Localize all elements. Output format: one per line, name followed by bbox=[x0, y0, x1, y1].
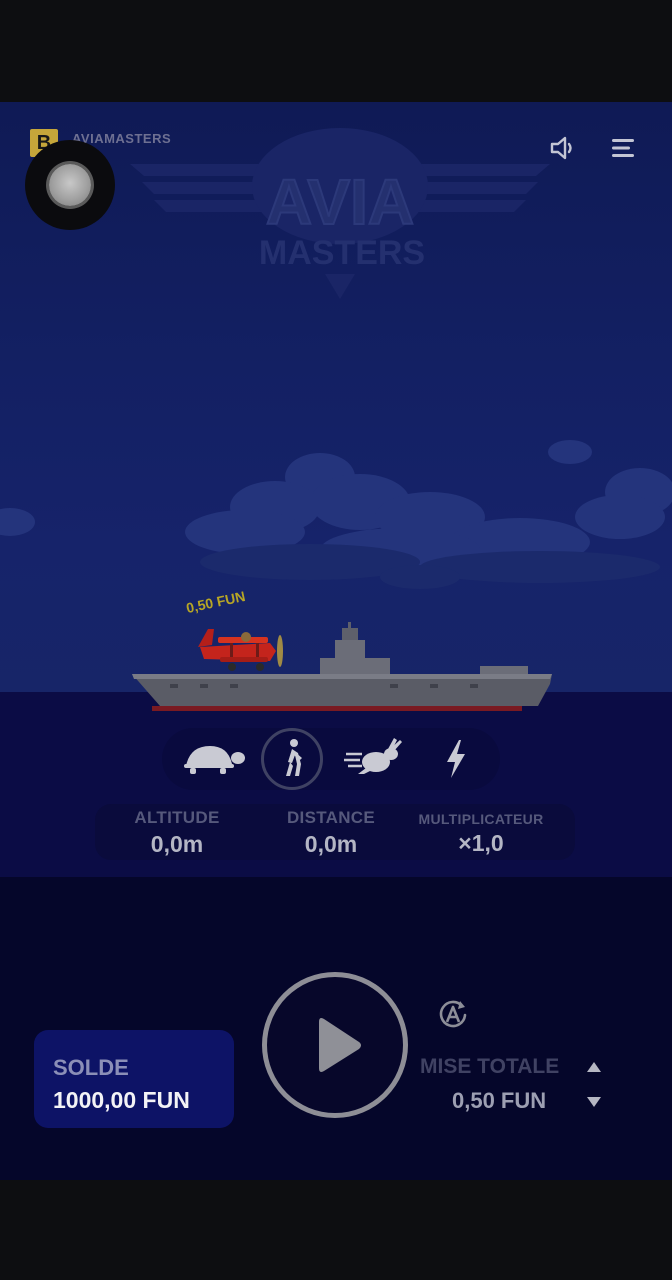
balance-label: SOLDE bbox=[53, 1055, 129, 1080]
total-bet-label: MISE TOTALE bbox=[420, 1055, 560, 1078]
speed-lightning-button[interactable] bbox=[420, 728, 490, 790]
hamburger-menu-icon[interactable] bbox=[611, 136, 637, 160]
altitude-label: ALTITUDE bbox=[134, 808, 220, 827]
speed-rabbit-button[interactable] bbox=[342, 728, 412, 790]
speed-walk-button[interactable] bbox=[259, 728, 329, 790]
aviamasters-logo: AVIA MASTERS bbox=[130, 128, 550, 299]
joystick-control[interactable] bbox=[25, 140, 115, 230]
play-icon bbox=[319, 1018, 361, 1072]
speed-selector bbox=[162, 728, 500, 790]
autoplay-icon[interactable] bbox=[436, 998, 470, 1032]
multiplier-label: MULTIPLICATEUR bbox=[418, 811, 544, 827]
top-system-bar bbox=[0, 0, 672, 102]
play-button[interactable] bbox=[262, 972, 408, 1118]
clouds bbox=[0, 440, 672, 589]
bet-increase-arrow-icon[interactable] bbox=[582, 1057, 606, 1077]
bottom-system-bar bbox=[0, 1180, 672, 1280]
distance-stat: DISTANCE 0,0m bbox=[251, 804, 411, 858]
balance-value: 1000,00 FUN bbox=[53, 1087, 190, 1113]
rabbit-icon bbox=[344, 738, 402, 774]
speaker-icon[interactable] bbox=[549, 135, 577, 161]
walking-person-icon bbox=[286, 739, 302, 776]
bet-decrease-arrow-icon[interactable] bbox=[582, 1092, 606, 1112]
altitude-value: 0,0m bbox=[150, 831, 204, 857]
altitude-stat: ALTITUDE 0,0m bbox=[97, 804, 257, 858]
biplane bbox=[198, 629, 283, 671]
speed-turtle-button[interactable] bbox=[176, 728, 246, 790]
balance-card: SOLDE 1000,00 FUN bbox=[34, 1030, 234, 1128]
game-screen: AVIA MASTERS B AVIAMASTERS 0,50 FUN ALTI… bbox=[0, 102, 672, 1180]
lightning-icon bbox=[447, 740, 465, 778]
joystick-knob[interactable] bbox=[49, 164, 91, 206]
distance-label: DISTANCE bbox=[286, 808, 376, 827]
multiplier-value: ×1,0 bbox=[458, 830, 504, 856]
distance-value: 0,0m bbox=[304, 831, 358, 857]
logo-avia-text: AVIA bbox=[266, 166, 414, 238]
flight-stats-panel: ALTITUDE 0,0m DISTANCE 0,0m MULTIPLICATE… bbox=[95, 804, 575, 860]
logo-masters-text: MASTERS bbox=[259, 234, 425, 272]
turtle-icon bbox=[184, 746, 245, 774]
multiplier-stat: MULTIPLICATEUR ×1,0 bbox=[401, 804, 561, 857]
total-bet-value: 0,50 FUN bbox=[452, 1088, 547, 1113]
